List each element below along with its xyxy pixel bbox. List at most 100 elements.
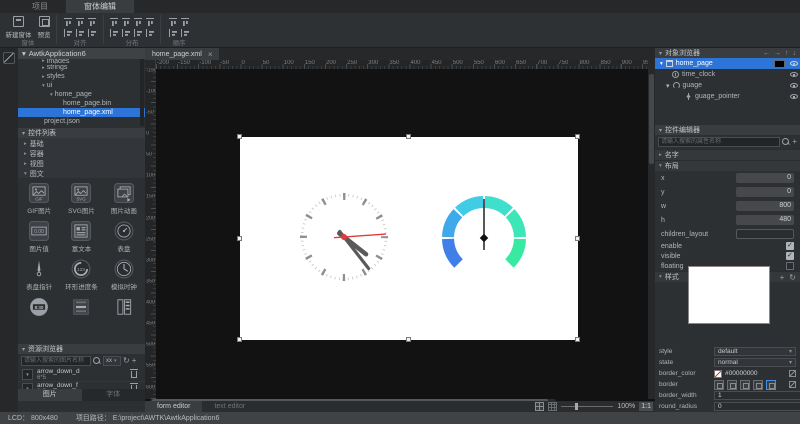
border-all-button[interactable]	[766, 380, 776, 390]
resize-handle-se[interactable]	[575, 337, 580, 342]
widget-rich-text[interactable]: 富文本	[61, 221, 101, 253]
floating-checkbox[interactable]	[786, 262, 794, 270]
border-bottom-button[interactable]	[753, 380, 763, 390]
category-basic[interactable]: ▸ 基础	[18, 138, 145, 148]
resource-browser-header[interactable]: ▾ 资源浏览器	[18, 344, 145, 354]
align-right-icon[interactable]	[88, 18, 96, 26]
tree-item-home-page-xml[interactable]: home_page.xml	[18, 108, 145, 117]
style-select[interactable]: default ▾	[714, 347, 796, 356]
align-left-icon[interactable]	[64, 18, 72, 26]
grid-toggle-icon[interactable]	[548, 402, 557, 411]
align-center-icon[interactable]	[76, 18, 84, 26]
refresh-icon[interactable]: ↻	[123, 356, 130, 366]
delete-icon[interactable]	[131, 371, 137, 378]
section-name[interactable]: ▸ 名字	[655, 149, 800, 160]
move-left-icon[interactable]: ←	[763, 50, 770, 57]
state-select[interactable]: normal ▾	[714, 358, 796, 367]
category-view[interactable]: ▸ 视图	[18, 158, 145, 168]
visibility-eye-icon[interactable]	[790, 72, 798, 77]
resize-handle-ne[interactable]	[575, 134, 580, 139]
canvas-viewport[interactable]	[156, 69, 648, 399]
align-bottom-icon[interactable]	[88, 29, 96, 37]
resize-handle-nw[interactable]	[237, 134, 242, 139]
toggle-panel-icon[interactable]	[3, 52, 15, 64]
object-browser-header[interactable]: ▾ 对象浏览器 ← → ↑ ↓	[655, 48, 800, 58]
new-form-button[interactable]: 新建窗体	[6, 16, 32, 39]
prop-w-value[interactable]: 800	[736, 201, 794, 211]
resize-handle-s[interactable]	[406, 337, 411, 342]
resize-handle-e[interactable]	[575, 236, 580, 241]
refresh-style-icon[interactable]: ↻	[789, 273, 796, 282]
vscroll-thumb[interactable]	[649, 74, 654, 164]
tree-scrollbar[interactable]	[140, 59, 144, 126]
resource-tab-images[interactable]: 图片	[18, 389, 82, 401]
children-layout-input[interactable]	[736, 229, 794, 239]
distribute-v4-icon[interactable]	[146, 29, 154, 37]
distribute-h3-icon[interactable]	[134, 18, 142, 26]
border-top-button[interactable]	[727, 380, 737, 390]
object-node-guage[interactable]: ▾ guage	[655, 80, 800, 91]
widget-gif-image[interactable]: GIF GIF图片	[19, 183, 59, 215]
move-down-icon[interactable]: ↓	[793, 50, 797, 57]
zoom-slider[interactable]	[561, 402, 613, 411]
gauge-widget[interactable]	[448, 199, 520, 263]
object-node-guage-pointer[interactable]: guage_pointer	[655, 91, 800, 102]
tab-form-editor[interactable]: form editor	[145, 401, 202, 412]
reset-icon[interactable]	[789, 370, 796, 377]
move-up-icon[interactable]	[169, 29, 177, 37]
widget-list-header[interactable]: ▾ 控件列表	[18, 128, 145, 138]
prop-h-value[interactable]: 480	[736, 215, 794, 225]
zoom-slider-knob[interactable]	[575, 403, 578, 410]
resize-handle-n[interactable]	[406, 134, 411, 139]
visibility-eye-icon[interactable]	[790, 83, 798, 88]
widget-svg-image[interactable]: SVG SVG图片	[61, 183, 101, 215]
resource-filter-select[interactable]: xx ▾	[103, 356, 121, 366]
pan-tool-icon[interactable]	[535, 402, 544, 411]
distribute-h4-icon[interactable]	[146, 18, 154, 26]
resize-handle-sw[interactable]	[237, 337, 242, 342]
round-radius-input[interactable]	[714, 402, 800, 411]
category-container[interactable]: ▸ 容器	[18, 148, 145, 158]
send-back-icon[interactable]	[181, 18, 189, 26]
bring-front-icon[interactable]	[169, 18, 177, 26]
tree-item-strings[interactable]: ▸ strings	[18, 63, 145, 72]
border-width-input[interactable]	[714, 391, 800, 400]
vertical-scrollbar[interactable]	[648, 60, 655, 399]
tree-item-home-page-bin[interactable]: home_page.bin	[18, 99, 145, 108]
widget-gauge[interactable]: 表盘	[104, 221, 144, 253]
object-node-home-page[interactable]: ▾ home_page	[655, 58, 800, 69]
widget-image-animation[interactable]: 图片动画	[104, 183, 144, 215]
resource-tab-fonts[interactable]: 字体	[82, 389, 146, 401]
distribute-h1-icon[interactable]	[110, 18, 118, 26]
object-node-time-clock[interactable]: time_clock	[655, 69, 800, 80]
analog-clock-widget[interactable]	[302, 195, 386, 279]
distribute-v3-icon[interactable]	[134, 29, 142, 37]
widget-digital-clock[interactable]: 8:30	[19, 297, 59, 319]
menu-tab-form-edit[interactable]: 窗体编辑	[66, 0, 134, 13]
add-property-icon[interactable]: +	[792, 137, 797, 147]
align-middle-icon[interactable]	[76, 29, 84, 37]
move-down-icon[interactable]	[181, 29, 189, 37]
move-right-icon[interactable]: →	[774, 50, 781, 57]
distribute-h2-icon[interactable]	[122, 18, 130, 26]
tree-item-ui[interactable]: ▾ ui	[18, 81, 145, 90]
visibility-eye-icon[interactable]	[790, 94, 798, 99]
visible-checkbox[interactable]	[786, 252, 794, 260]
border-left-button[interactable]	[714, 380, 724, 390]
widget-list-item[interactable]	[104, 297, 144, 319]
add-style-icon[interactable]: +	[780, 273, 785, 282]
add-resource-icon[interactable]: +	[132, 356, 137, 366]
widget-text-item[interactable]	[61, 297, 101, 319]
widget-analog-clock[interactable]: 模拟时钟	[104, 259, 144, 291]
widget-gauge-pointer[interactable]: 表盘指针	[19, 259, 59, 291]
widget-circle-progress[interactable]: 123 环形进度条	[61, 259, 101, 291]
tree-item-styles[interactable]: ▸ styles	[18, 72, 145, 81]
widget-image-value[interactable]: 0.00 图片值	[19, 221, 59, 253]
distribute-v2-icon[interactable]	[122, 29, 130, 37]
resource-search-input[interactable]	[21, 356, 91, 366]
zoom-1-1-button[interactable]: 1:1	[639, 402, 653, 411]
tree-item-project-json[interactable]: project.json	[18, 117, 145, 126]
tab-text-editor[interactable]: text editor	[202, 401, 257, 412]
search-icon[interactable]	[93, 357, 101, 365]
border-right-button[interactable]	[740, 380, 750, 390]
